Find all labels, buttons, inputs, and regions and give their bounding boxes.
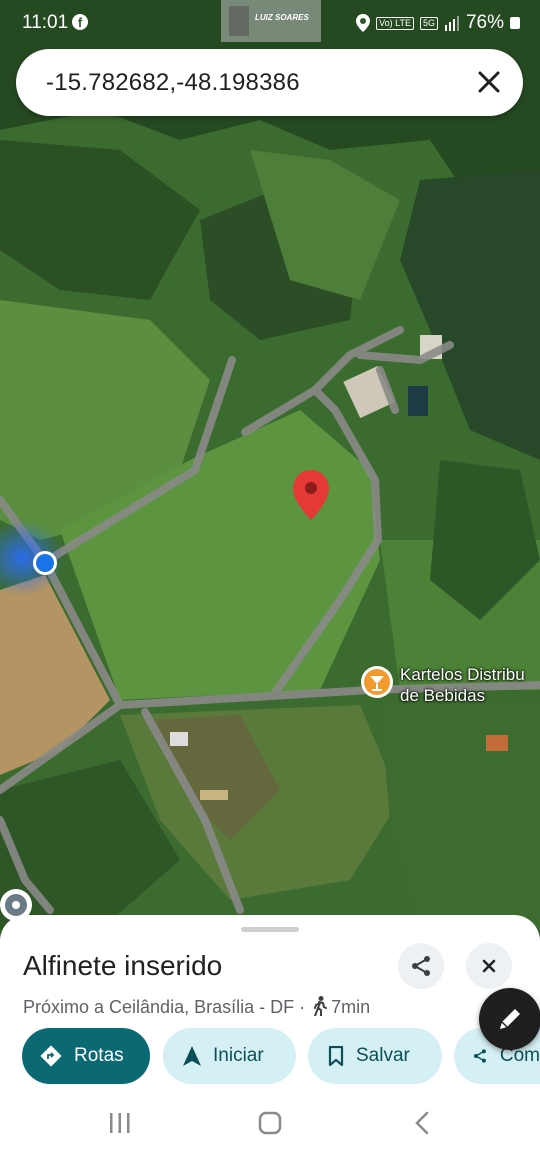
share-icon — [473, 1049, 486, 1063]
share-button[interactable] — [398, 943, 444, 989]
close-sheet-button[interactable] — [466, 943, 512, 989]
watermark-logo: LUIZ SOARES — [221, 0, 321, 42]
directions-icon — [40, 1045, 62, 1067]
battery-icon — [510, 17, 520, 29]
poi-label-line2: de Bebidas — [400, 686, 486, 705]
satellite-map[interactable] — [0, 0, 540, 930]
search-query[interactable]: -15.782682,-48.198386 — [46, 69, 300, 97]
bookmark-icon — [328, 1046, 344, 1066]
signal-icon — [444, 16, 459, 31]
walking-icon — [313, 996, 328, 1021]
start-navigation-button[interactable]: Iniciar — [163, 1028, 296, 1084]
watermark-text: LUIZ SOARES — [255, 13, 309, 22]
bar-cocktail-icon[interactable] — [361, 666, 393, 698]
place-subtitle: Próximo a Ceilândia, Brasília - DF · 7min — [23, 996, 370, 1021]
directions-label: Rotas — [74, 1045, 124, 1066]
sheet-drag-handle[interactable] — [241, 927, 299, 932]
back-icon[interactable] — [412, 1111, 432, 1135]
close-icon — [482, 959, 496, 973]
system-navigation-bar — [0, 1088, 540, 1158]
start-label: Iniciar — [213, 1045, 264, 1066]
share-icon — [412, 956, 430, 976]
recent-apps-icon[interactable] — [108, 1112, 132, 1134]
search-bar[interactable]: -15.782682,-48.198386 — [16, 49, 523, 116]
navigation-arrow-icon — [183, 1046, 201, 1066]
home-icon[interactable] — [258, 1111, 282, 1135]
directions-button[interactable]: Rotas — [22, 1028, 150, 1084]
volte-indicator: Vo) LTE — [376, 16, 414, 30]
poi-label-line1: Kartelos Distribu — [400, 665, 525, 684]
network-indicator: 5G — [419, 16, 438, 30]
poi-label[interactable]: Kartelos Distribu de Bebidas — [400, 664, 525, 706]
place-location: Próximo a Ceilândia, Brasília - DF · — [23, 997, 306, 1017]
status-time: 11:01 — [22, 12, 69, 33]
battery-percent: 76% — [465, 12, 504, 33]
clear-search-icon[interactable] — [473, 66, 505, 98]
walk-time: 7min — [331, 997, 371, 1017]
location-icon — [356, 14, 371, 32]
save-button[interactable]: Salvar — [308, 1028, 442, 1084]
pencil-icon — [500, 1009, 520, 1029]
save-label: Salvar — [356, 1045, 410, 1066]
place-title: Alfinete inserido — [23, 950, 223, 981]
edit-fab-button[interactable] — [479, 988, 540, 1050]
facebook-icon: f — [72, 14, 88, 30]
